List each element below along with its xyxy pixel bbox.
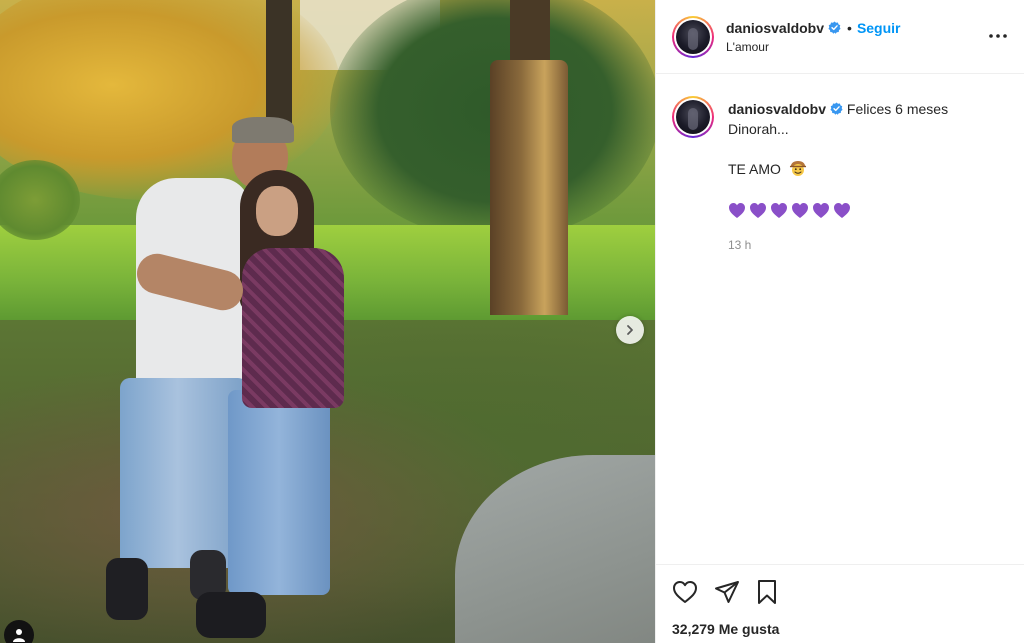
avatar[interactable] (672, 15, 714, 58)
caption-avatar[interactable] (672, 96, 714, 138)
caption-text-line3: TE AMO (728, 161, 781, 177)
post-location[interactable]: L'amour (726, 40, 901, 54)
caption-text-line3-row: TE AMO (728, 159, 1008, 182)
caption-username[interactable]: daniosvaldobv (728, 101, 826, 117)
verified-badge-icon (828, 21, 841, 34)
like-button[interactable] (672, 580, 698, 604)
post-side-panel: daniosvaldobv • Seguir L'amour daniosval… (655, 0, 1024, 643)
post-actions: 32,279 Me gusta (656, 564, 1024, 637)
purple-heart-icon (792, 203, 808, 218)
action-icons-row (672, 577, 1009, 607)
user-tag-icon (13, 629, 25, 642)
carousel-next-button[interactable] (616, 316, 644, 344)
purple-heart-icon (729, 203, 745, 218)
avatar-border (674, 98, 712, 136)
purple-hearts-row (728, 202, 1008, 219)
caption: daniosvaldobv Felices 6 meses Dinorah...… (672, 96, 1008, 255)
header-separator: • (847, 19, 852, 36)
caption-text-line1: Felices 6 meses (846, 101, 949, 117)
photo-woman-face (256, 186, 298, 236)
verified-badge-icon (830, 102, 843, 115)
photo-man-cap (232, 117, 294, 143)
photo-woman-boot (196, 592, 266, 638)
header-line: daniosvaldobv • Seguir (726, 20, 901, 36)
header-text: daniosvaldobv • Seguir L'amour (726, 20, 901, 54)
share-button[interactable] (714, 580, 740, 604)
likes-count[interactable]: 32,279 Me gusta (672, 621, 1009, 637)
follow-button[interactable]: Seguir (857, 20, 901, 36)
more-options-icon (989, 34, 1007, 38)
bookmark-icon (758, 580, 776, 604)
post-timestamp[interactable]: 13 h (728, 235, 1008, 255)
chevron-right-icon (627, 325, 633, 335)
photo-woman-cardigan (242, 248, 344, 408)
comments-section: daniosvaldobv Felices 6 meses Dinorah...… (656, 74, 1024, 564)
photo-woman-skirt (228, 390, 330, 595)
tagged-users-button[interactable] (4, 620, 34, 643)
purple-heart-icon (834, 203, 850, 218)
caption-first-line: daniosvaldobv Felices 6 meses (728, 99, 1008, 119)
more-options-button[interactable] (986, 26, 1010, 46)
caption-text-line2: Dinorah... (728, 121, 789, 137)
avatar-image (676, 100, 710, 134)
photo-tree-trunk-right (490, 60, 568, 315)
post-header: daniosvaldobv • Seguir L'amour (656, 0, 1024, 74)
post-photo[interactable] (0, 0, 655, 643)
heart-icon (673, 581, 697, 603)
paper-plane-icon (715, 581, 739, 603)
purple-heart-icon (771, 203, 787, 218)
save-button[interactable] (756, 579, 778, 605)
caption-body: daniosvaldobv Felices 6 meses Dinorah...… (728, 99, 1008, 255)
purple-heart-icon (813, 203, 829, 218)
avatar-image (676, 19, 710, 54)
avatar-border (674, 17, 712, 56)
header-username[interactable]: daniosvaldobv (726, 20, 824, 36)
cowboy-emoji-icon (789, 159, 807, 182)
purple-heart-icon (750, 203, 766, 218)
photo-man-shoe (106, 558, 148, 620)
